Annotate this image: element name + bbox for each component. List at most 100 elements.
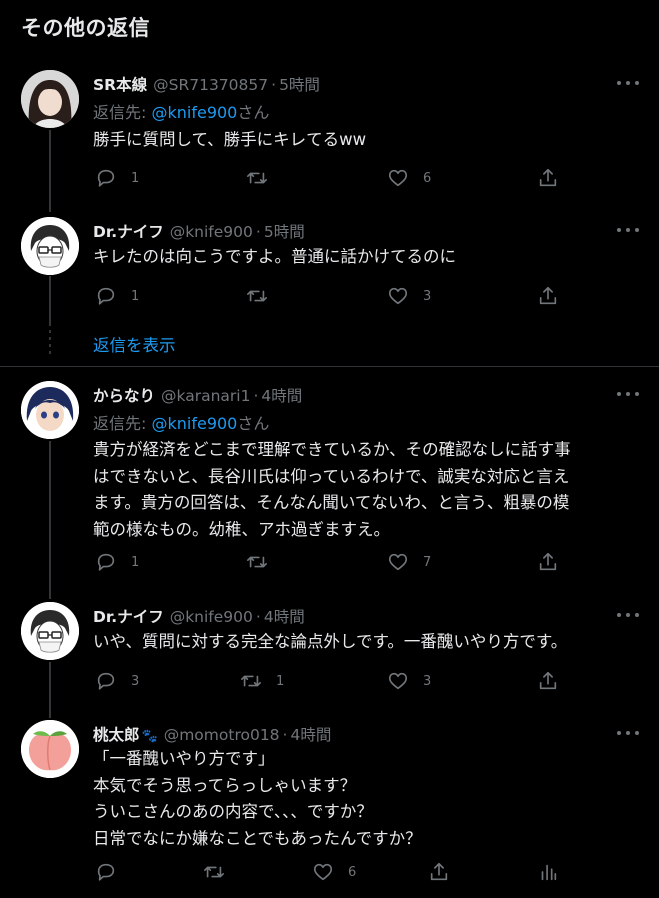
reply-icon: [97, 287, 115, 305]
author-handle[interactable]: @SR71370857: [153, 76, 268, 94]
like-count: 3: [423, 673, 432, 689]
like-count: 3: [423, 288, 432, 304]
share-button[interactable]: [537, 670, 559, 692]
separator: ·: [255, 223, 261, 241]
reply-icon: [97, 553, 115, 571]
retweet-button[interactable]: [246, 167, 282, 189]
author-name[interactable]: SR本線: [93, 76, 147, 94]
share-icon: [539, 286, 557, 305]
share-button[interactable]: [537, 285, 559, 307]
more-icon[interactable]: [617, 607, 639, 623]
more-icon[interactable]: [617, 222, 639, 238]
timestamp[interactable]: 4時間: [264, 608, 305, 626]
retweet-button[interactable]: 1: [240, 670, 284, 692]
thread-line: [49, 276, 51, 326]
thread-dots: [49, 330, 51, 356]
show-replies-link[interactable]: 返信を表示: [93, 332, 176, 356]
author-name[interactable]: 桃太郎: [93, 726, 140, 744]
separator: ·: [271, 76, 277, 94]
reply-to-prefix: 返信先:: [93, 103, 152, 122]
reply-to: 返信先: @knife900さん: [93, 99, 269, 123]
like-button[interactable]: 6: [312, 861, 356, 883]
reply-button[interactable]: 1: [95, 167, 139, 189]
heart-icon: [388, 672, 408, 690]
author-handle[interactable]: @knife900: [170, 223, 253, 241]
separator: ·: [282, 726, 288, 744]
timestamp[interactable]: 4時間: [261, 387, 302, 405]
retweet-button[interactable]: [246, 551, 282, 573]
tweet-text: キレたのは向こうですよ。普通に話かけてるのに: [93, 247, 456, 266]
reply-to-suffix: さん: [237, 103, 270, 122]
reply-button[interactable]: [95, 861, 131, 883]
share-icon: [539, 671, 557, 690]
reply-button[interactable]: 3: [95, 670, 139, 692]
heart-icon: [388, 169, 408, 187]
retweet-icon: [247, 172, 267, 184]
avatar[interactable]: [21, 720, 79, 778]
share-button[interactable]: [537, 551, 559, 573]
reply-icon: [97, 863, 115, 881]
share-button[interactable]: [537, 167, 559, 189]
heart-icon: [388, 553, 408, 571]
like-count: 6: [423, 170, 432, 186]
avatar[interactable]: [21, 217, 79, 275]
author-name[interactable]: からなり: [93, 387, 155, 405]
divider: [0, 366, 659, 367]
author-handle[interactable]: @momotro018: [164, 726, 280, 744]
timestamp[interactable]: 4時間: [290, 726, 331, 744]
like-button[interactable]: 6: [387, 167, 431, 189]
share-button[interactable]: [428, 861, 450, 883]
tweet-actions: 6: [93, 861, 653, 885]
author-name[interactable]: Dr.ナイフ: [93, 223, 164, 241]
reply-to-suffix: さん: [237, 414, 270, 433]
like-count: 6: [348, 864, 357, 880]
retweet-icon: [204, 866, 224, 878]
reply-icon: [97, 672, 115, 690]
thread-line: [49, 130, 51, 212]
analytics-icon: [541, 864, 557, 881]
more-icon[interactable]: [617, 75, 639, 91]
share-icon: [430, 862, 448, 881]
author-handle[interactable]: @karanari1: [161, 387, 250, 405]
retweet-icon: [241, 675, 261, 687]
tweet-text: 「一番醜いやり方です」 本気でそう思ってらっしゃいます？ ういこさんのあの内容で…: [93, 749, 422, 848]
reply-count: 1: [131, 288, 140, 304]
author-name[interactable]: Dr.ナイフ: [93, 608, 164, 626]
share-icon: [539, 168, 557, 187]
reply-count: 1: [131, 554, 140, 570]
avatar[interactable]: [21, 602, 79, 660]
retweet-icon: [247, 556, 267, 568]
tweet-actions: 1 6: [93, 167, 573, 191]
reply-to-mention[interactable]: @knife900: [151, 103, 237, 122]
retweet-button[interactable]: [246, 285, 282, 307]
separator: ·: [253, 387, 259, 405]
retweet-count: 1: [276, 673, 285, 689]
analytics-button[interactable]: [537, 861, 559, 883]
more-icon[interactable]: [617, 725, 639, 741]
reply-button[interactable]: 1: [95, 285, 139, 307]
reply-count: 3: [131, 673, 140, 689]
heart-icon: [388, 287, 408, 305]
tweet-actions: 1 3: [93, 285, 573, 309]
tweet-text: 勝手に質問して、勝手にキレてるww: [93, 130, 367, 149]
author-handle[interactable]: @knife900: [170, 608, 253, 626]
avatar[interactable]: [21, 70, 79, 128]
timestamp[interactable]: 5時間: [279, 76, 320, 94]
separator: ·: [255, 608, 261, 626]
like-button[interactable]: 3: [387, 285, 431, 307]
timestamp[interactable]: 5時間: [264, 223, 305, 241]
retweet-icon: [247, 290, 267, 302]
reply-button[interactable]: 1: [95, 551, 139, 573]
thread-line: [49, 662, 51, 718]
reply-to-mention[interactable]: @knife900: [151, 414, 237, 433]
more-icon[interactable]: [617, 386, 639, 402]
retweet-button[interactable]: [203, 861, 239, 883]
avatar[interactable]: [21, 381, 79, 439]
tweet-actions: 1 7: [93, 551, 573, 575]
share-icon: [539, 552, 557, 571]
thread-line: [49, 441, 51, 599]
like-button[interactable]: 7: [387, 551, 431, 573]
like-button[interactable]: 3: [387, 670, 431, 692]
section-title: その他の返信: [21, 16, 150, 40]
reply-to: 返信先: @knife900さん: [93, 410, 269, 434]
